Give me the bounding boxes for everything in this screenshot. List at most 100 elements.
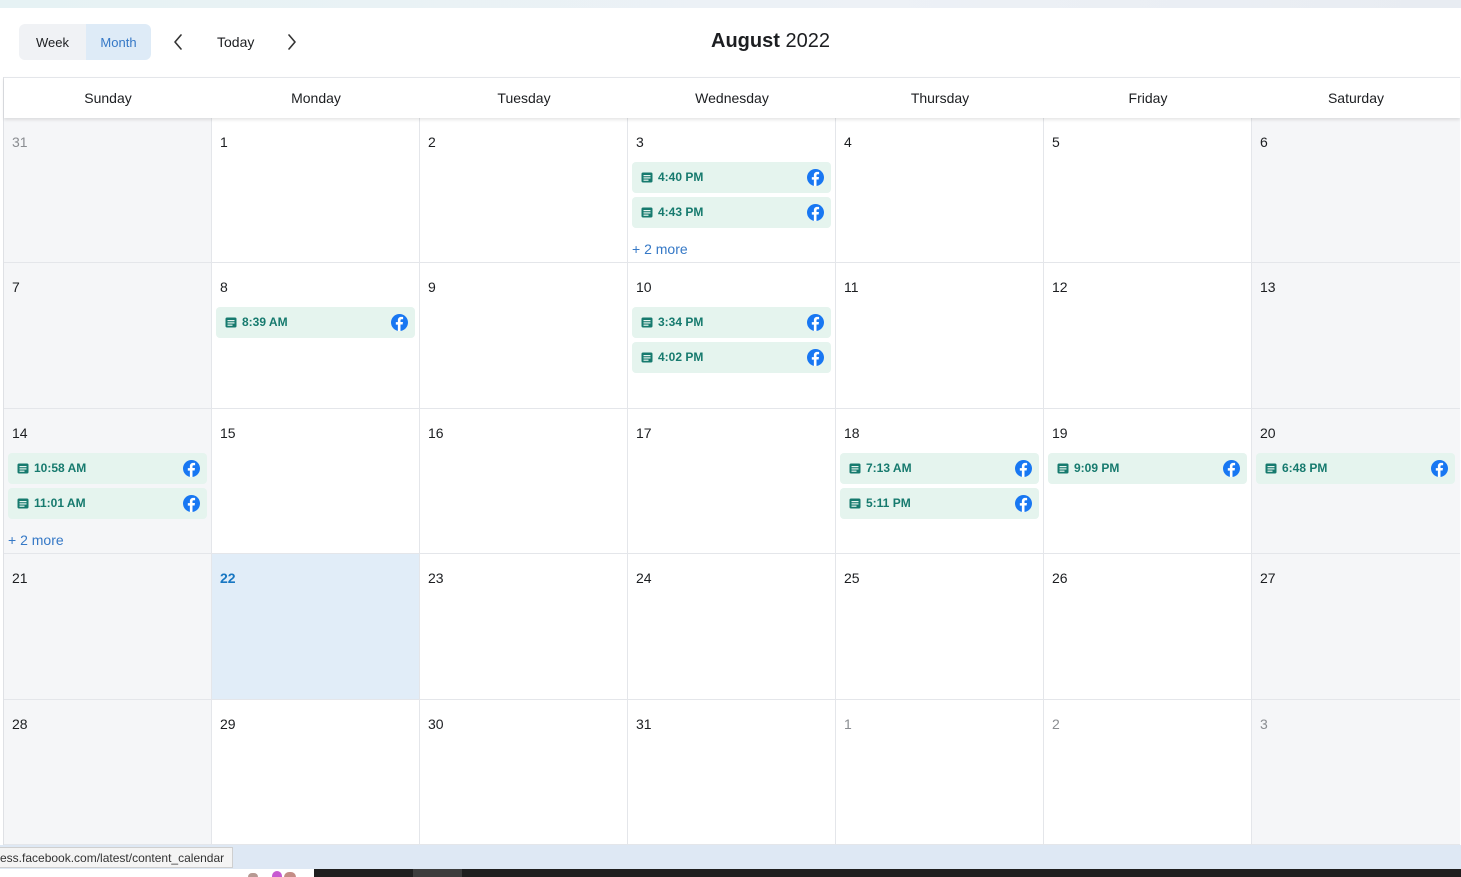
- day-cell[interactable]: 6: [1252, 118, 1460, 263]
- weekday-friday: Friday: [1128, 90, 1168, 106]
- week-row: 28 29 30 31 1 2 3: [4, 700, 1460, 845]
- day-cell[interactable]: 3: [1252, 700, 1460, 845]
- day-number: 22: [220, 570, 236, 586]
- day-cell[interactable]: 25: [836, 554, 1044, 700]
- scheduled-post-event[interactable]: 6:48 PM: [1256, 453, 1455, 484]
- day-cell[interactable]: 20 6:48 PM: [1252, 409, 1460, 554]
- taskbar-active-tab[interactable]: [413, 869, 462, 877]
- taskbar-app-icon[interactable]: [284, 872, 296, 877]
- facebook-icon: [807, 349, 824, 366]
- day-number: 4: [844, 134, 852, 150]
- day-cell[interactable]: 31: [4, 118, 212, 263]
- day-number: 14: [12, 425, 28, 441]
- day-cell[interactable]: 23: [420, 554, 628, 700]
- post-icon: [849, 498, 861, 509]
- day-number: 15: [220, 425, 236, 441]
- scheduled-post-event[interactable]: 10:58 AM: [8, 453, 207, 484]
- day-cell[interactable]: 15: [212, 409, 420, 554]
- day-cell[interactable]: 21: [4, 554, 212, 700]
- day-number: 5: [1052, 134, 1060, 150]
- weekday-wednesday: Wednesday: [695, 90, 769, 106]
- day-number: 27: [1260, 570, 1276, 586]
- scheduled-post-event[interactable]: 3:34 PM: [632, 307, 831, 338]
- scheduled-post-event[interactable]: 4:43 PM: [632, 197, 831, 228]
- day-number: 17: [636, 425, 652, 441]
- day-number: 12: [1052, 279, 1068, 295]
- taskbar-dark-area: [314, 869, 1461, 877]
- scheduled-post-event[interactable]: 7:13 AM: [840, 453, 1039, 484]
- day-number: 8: [220, 279, 228, 295]
- day-cell[interactable]: 13: [1252, 263, 1460, 409]
- day-cell[interactable]: 5: [1044, 118, 1252, 263]
- day-cell[interactable]: 2: [420, 118, 628, 263]
- day-cell[interactable]: 17: [628, 409, 836, 554]
- taskbar-app-icon[interactable]: [272, 871, 282, 877]
- event-time: 11:01 AM: [34, 496, 86, 510]
- day-number: 2: [1052, 716, 1060, 732]
- post-icon: [17, 463, 29, 474]
- event-time: 5:11 PM: [866, 496, 911, 510]
- day-number: 21: [12, 570, 28, 586]
- day-number: 16: [428, 425, 444, 441]
- day-cell[interactable]: 16: [420, 409, 628, 554]
- facebook-icon: [1015, 495, 1032, 512]
- weekday-thursday: Thursday: [910, 90, 970, 106]
- day-number: 23: [428, 570, 444, 586]
- post-icon: [641, 172, 653, 183]
- day-cell[interactable]: 1: [212, 118, 420, 263]
- scheduled-post-event[interactable]: 8:39 AM: [216, 307, 415, 338]
- day-cell[interactable]: 4: [836, 118, 1044, 263]
- day-number: 18: [844, 425, 860, 441]
- post-icon: [225, 317, 237, 328]
- day-cell[interactable]: 14 10:58 AM 11:01 AM + 2 more: [4, 409, 212, 554]
- post-icon: [1057, 463, 1069, 474]
- day-number: 28: [12, 716, 28, 732]
- day-cell[interactable]: 8 8:39 AM: [212, 263, 420, 409]
- day-cell[interactable]: 11: [836, 263, 1044, 409]
- day-cell[interactable]: 19 9:09 PM: [1044, 409, 1252, 554]
- event-time: 4:43 PM: [658, 205, 704, 219]
- scheduled-post-event[interactable]: 4:02 PM: [632, 342, 831, 373]
- day-cell[interactable]: 1: [836, 700, 1044, 845]
- day-cell[interactable]: 31: [628, 700, 836, 845]
- scheduled-post-event[interactable]: 5:11 PM: [840, 488, 1039, 519]
- day-cell[interactable]: 12: [1044, 263, 1252, 409]
- day-cell[interactable]: 10 3:34 PM 4:02 PM: [628, 263, 836, 409]
- day-number: 11: [844, 279, 859, 295]
- post-icon: [641, 352, 653, 363]
- weekday-header-row: Sunday Monday Tuesday Wednesday Thursday…: [4, 77, 1460, 118]
- show-more-link[interactable]: + 2 more: [632, 241, 688, 257]
- scheduled-post-event[interactable]: 11:01 AM: [8, 488, 207, 519]
- day-cell[interactable]: 24: [628, 554, 836, 700]
- event-time: 9:09 PM: [1074, 461, 1120, 475]
- show-more-link[interactable]: + 2 more: [8, 532, 64, 548]
- day-number: 3: [1260, 716, 1268, 732]
- day-number: 24: [636, 570, 652, 586]
- facebook-icon: [1431, 460, 1448, 477]
- day-cell[interactable]: 27: [1252, 554, 1460, 700]
- day-cell[interactable]: 18 7:13 AM 5:11 PM: [836, 409, 1044, 554]
- day-cell[interactable]: 2: [1044, 700, 1252, 845]
- facebook-icon: [1015, 460, 1032, 477]
- day-cell[interactable]: 30: [420, 700, 628, 845]
- facebook-icon: [1223, 460, 1240, 477]
- day-number: 13: [1260, 279, 1276, 295]
- weekday-monday: Monday: [291, 90, 341, 106]
- day-number: 2: [428, 134, 436, 150]
- event-time: 4:02 PM: [658, 350, 704, 364]
- week-row: 14 10:58 AM 11:01 AM + 2 more 15 16 17 18 7:13 A…: [4, 409, 1460, 554]
- day-cell-today[interactable]: 22: [212, 554, 420, 700]
- day-cell[interactable]: 3 4:40 PM 4:43 PM + 2 more: [628, 118, 836, 263]
- day-cell[interactable]: 28: [4, 700, 212, 845]
- facebook-icon: [183, 495, 200, 512]
- day-cell[interactable]: 9: [420, 263, 628, 409]
- day-cell[interactable]: 26: [1044, 554, 1252, 700]
- post-icon: [641, 207, 653, 218]
- day-number: 31: [12, 134, 28, 150]
- day-cell[interactable]: 7: [4, 263, 212, 409]
- scheduled-post-event[interactable]: 4:40 PM: [632, 162, 831, 193]
- weekday-tuesday: Tuesday: [497, 90, 551, 106]
- scheduled-post-event[interactable]: 9:09 PM: [1048, 453, 1247, 484]
- day-cell[interactable]: 29: [212, 700, 420, 845]
- taskbar-app-icon[interactable]: [248, 873, 258, 877]
